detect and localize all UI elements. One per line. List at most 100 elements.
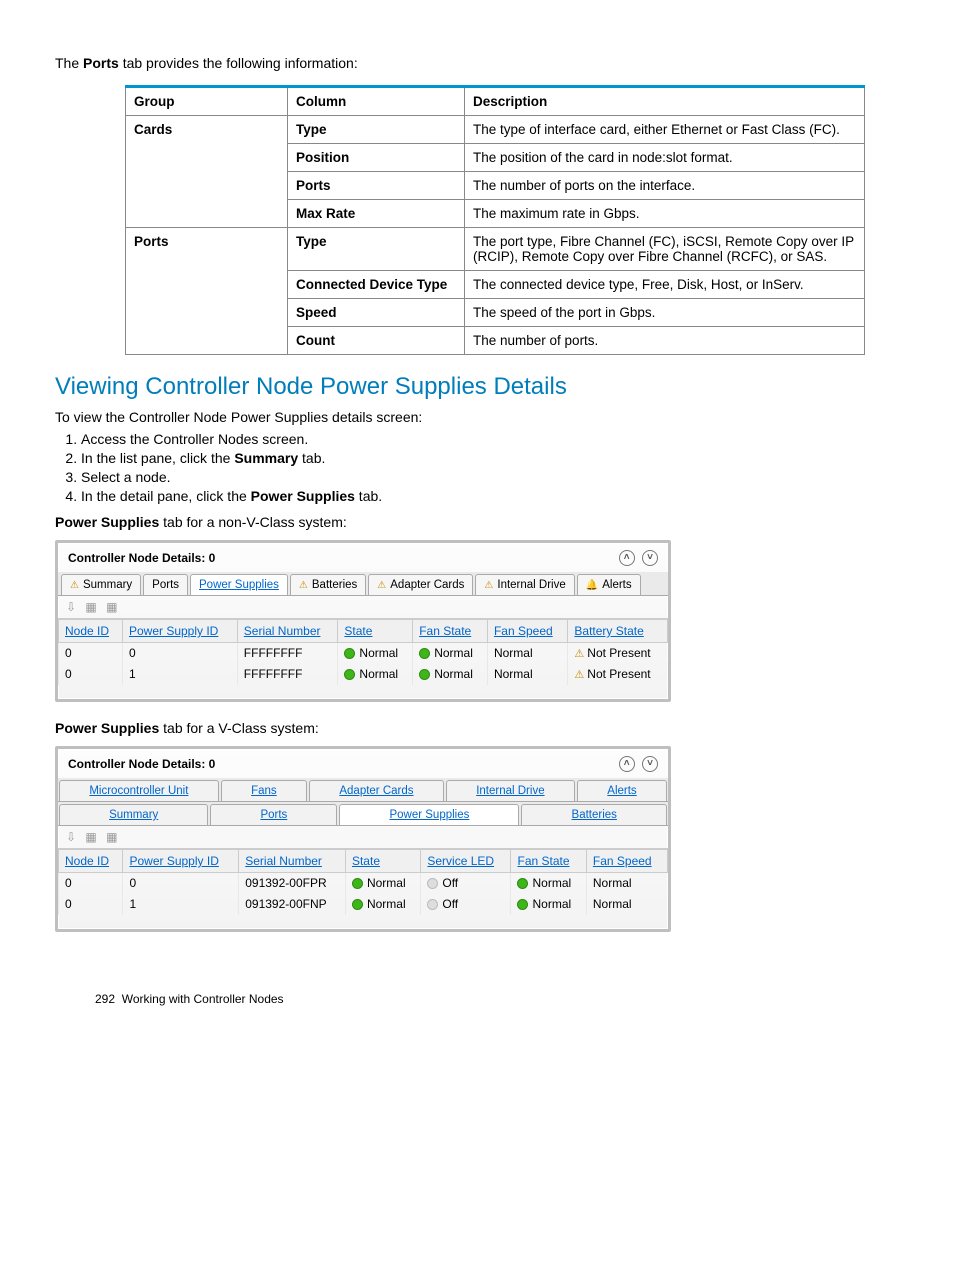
- grid-col-header[interactable]: Node ID: [59, 850, 123, 873]
- caption: Power Supplies tab for a non-V-Class sys…: [55, 514, 894, 530]
- desc-cell: The speed of the port in Gbps.: [465, 299, 865, 327]
- grid-header-row: Node IDPower Supply IDSerial NumberState…: [59, 850, 668, 873]
- tab-ports[interactable]: Ports: [210, 804, 337, 825]
- tab-internal-drive[interactable]: Internal Drive: [446, 780, 575, 801]
- bold-text: Power Supplies: [55, 514, 159, 530]
- tab-internal-drive[interactable]: Internal Drive: [475, 574, 574, 595]
- panel-title-bar: Controller Node Details: 0 ˄ ˅: [58, 543, 668, 572]
- step-item: Access the Controller Nodes screen.: [81, 431, 894, 447]
- group-cell: Cards: [126, 116, 288, 228]
- grid-col-header[interactable]: Serial Number: [239, 850, 346, 873]
- tab-bar-row1: Microcontroller UnitFansAdapter CardsInt…: [58, 778, 668, 802]
- panel-controls: ˄ ˅: [615, 549, 658, 566]
- grid-row[interactable]: 00091392-00FPRNormalOffNormalNormal: [59, 873, 668, 894]
- steps-list: Access the Controller Nodes screen. In th…: [55, 431, 894, 504]
- grid-col-header[interactable]: Power Supply ID: [123, 850, 239, 873]
- grid-col-header[interactable]: State: [345, 850, 420, 873]
- page-footer: 292 Working with Controller Nodes: [95, 992, 894, 1006]
- warning-icon: [377, 579, 386, 591]
- grid-col-header[interactable]: Power Supply ID: [122, 620, 237, 643]
- column-cell: Max Rate: [288, 200, 465, 228]
- tab-fans[interactable]: Fans: [221, 780, 307, 801]
- tab-alerts[interactable]: Alerts: [577, 574, 641, 595]
- collapse-down-icon[interactable]: ˅: [642, 756, 658, 772]
- step-item: In the list pane, click the Summary tab.: [81, 450, 894, 466]
- text: tab for a V-Class system:: [159, 720, 319, 736]
- group-cell: Ports: [126, 228, 288, 355]
- grid-header-row: Node IDPower Supply IDSerial NumberState…: [59, 620, 668, 643]
- grid-row[interactable]: 01FFFFFFFFNormalNormalNormalNot Present: [59, 664, 668, 685]
- grid-col-header[interactable]: Fan State: [511, 850, 586, 873]
- collapse-up-icon[interactable]: ˄: [619, 550, 635, 566]
- section-heading: Viewing Controller Node Power Supplies D…: [55, 373, 894, 401]
- table-row: CardsTypeThe type of interface card, eit…: [126, 116, 865, 144]
- grid-col-header[interactable]: Service LED: [421, 850, 511, 873]
- tab-summary[interactable]: Summary: [61, 574, 141, 595]
- bold-text: Power Supplies: [55, 720, 159, 736]
- col-description: Description: [465, 87, 865, 116]
- grid-col-header[interactable]: State: [338, 620, 413, 643]
- screenshot-nonvclass: Controller Node Details: 0 ˄ ˅ SummaryPo…: [55, 540, 671, 702]
- desc-cell: The number of ports.: [465, 327, 865, 355]
- tab-adapter-cards[interactable]: Adapter Cards: [368, 574, 473, 595]
- tab-bar-row2: SummaryPortsPower SuppliesBatteries: [58, 802, 668, 826]
- chart2-icon[interactable]: ▦: [106, 830, 117, 844]
- footer-title: Working with Controller Nodes: [122, 992, 284, 1006]
- chart-icon[interactable]: ▦: [85, 600, 96, 614]
- collapse-up-icon[interactable]: ˄: [619, 756, 635, 772]
- col-column: Column: [288, 87, 465, 116]
- caption: Power Supplies tab for a V-Class system:: [55, 720, 894, 736]
- grid-col-header[interactable]: Serial Number: [237, 620, 338, 643]
- collapse-down-icon[interactable]: ˅: [642, 550, 658, 566]
- desc-cell: The type of interface card, either Ether…: [465, 116, 865, 144]
- chart2-icon[interactable]: ▦: [106, 600, 117, 614]
- desc-cell: The number of ports on the interface.: [465, 172, 865, 200]
- tab-batteries[interactable]: Batteries: [521, 804, 667, 825]
- tab-microcontroller-unit[interactable]: Microcontroller Unit: [59, 780, 219, 801]
- bold-text: Ports: [83, 55, 119, 71]
- column-cell: Connected Device Type: [288, 271, 465, 299]
- screenshot-vclass: Controller Node Details: 0 ˄ ˅ Microcont…: [55, 746, 671, 932]
- tab-adapter-cards[interactable]: Adapter Cards: [309, 780, 444, 801]
- desc-cell: The position of the card in node:slot fo…: [465, 144, 865, 172]
- text: tab for a non-V-Class system:: [159, 514, 347, 530]
- chart-icon[interactable]: ▦: [85, 830, 96, 844]
- column-cell: Ports: [288, 172, 465, 200]
- column-cell: Type: [288, 228, 465, 271]
- paragraph: To view the Controller Node Power Suppli…: [55, 409, 894, 425]
- grid-col-header[interactable]: Fan State: [413, 620, 488, 643]
- column-cell: Position: [288, 144, 465, 172]
- tab-summary[interactable]: Summary: [59, 804, 208, 825]
- toolbar: ⇩ ▦ ▦: [58, 596, 668, 619]
- grid-col-header[interactable]: Battery State: [568, 620, 668, 643]
- step-item: In the detail pane, click the Power Supp…: [81, 488, 894, 504]
- text: tab provides the following information:: [119, 55, 358, 71]
- desc-cell: The maximum rate in Gbps.: [465, 200, 865, 228]
- warning-icon: [299, 579, 308, 591]
- tab-power-supplies[interactable]: Power Supplies: [190, 574, 288, 595]
- panel-title: Controller Node Details: 0: [68, 551, 215, 565]
- grid-row[interactable]: 00FFFFFFFFNormalNormalNormalNot Present: [59, 643, 668, 664]
- col-group: Group: [126, 87, 288, 116]
- text: The: [55, 55, 83, 71]
- column-cell: Type: [288, 116, 465, 144]
- page-number: 292: [95, 992, 115, 1006]
- tab-alerts[interactable]: Alerts: [577, 780, 667, 801]
- tab-power-supplies[interactable]: Power Supplies: [339, 804, 519, 825]
- tab-ports[interactable]: Ports: [143, 574, 188, 595]
- tab-batteries[interactable]: Batteries: [290, 574, 366, 595]
- power-supplies-grid: Node IDPower Supply IDSerial NumberState…: [58, 849, 668, 915]
- grid-row[interactable]: 01091392-00FNPNormalOffNormalNormal: [59, 894, 668, 915]
- export-icon[interactable]: ⇩: [66, 830, 76, 844]
- column-cell: Speed: [288, 299, 465, 327]
- panel-title: Controller Node Details: 0: [68, 757, 215, 771]
- power-supplies-grid: Node IDPower Supply IDSerial NumberState…: [58, 619, 668, 685]
- column-cell: Count: [288, 327, 465, 355]
- grid-col-header[interactable]: Node ID: [59, 620, 123, 643]
- grid-col-header[interactable]: Fan Speed: [487, 620, 567, 643]
- toolbar: ⇩ ▦ ▦: [58, 826, 668, 849]
- desc-cell: The connected device type, Free, Disk, H…: [465, 271, 865, 299]
- export-icon[interactable]: ⇩: [66, 600, 76, 614]
- grid-col-header[interactable]: Fan Speed: [586, 850, 667, 873]
- alert-icon: [586, 579, 598, 591]
